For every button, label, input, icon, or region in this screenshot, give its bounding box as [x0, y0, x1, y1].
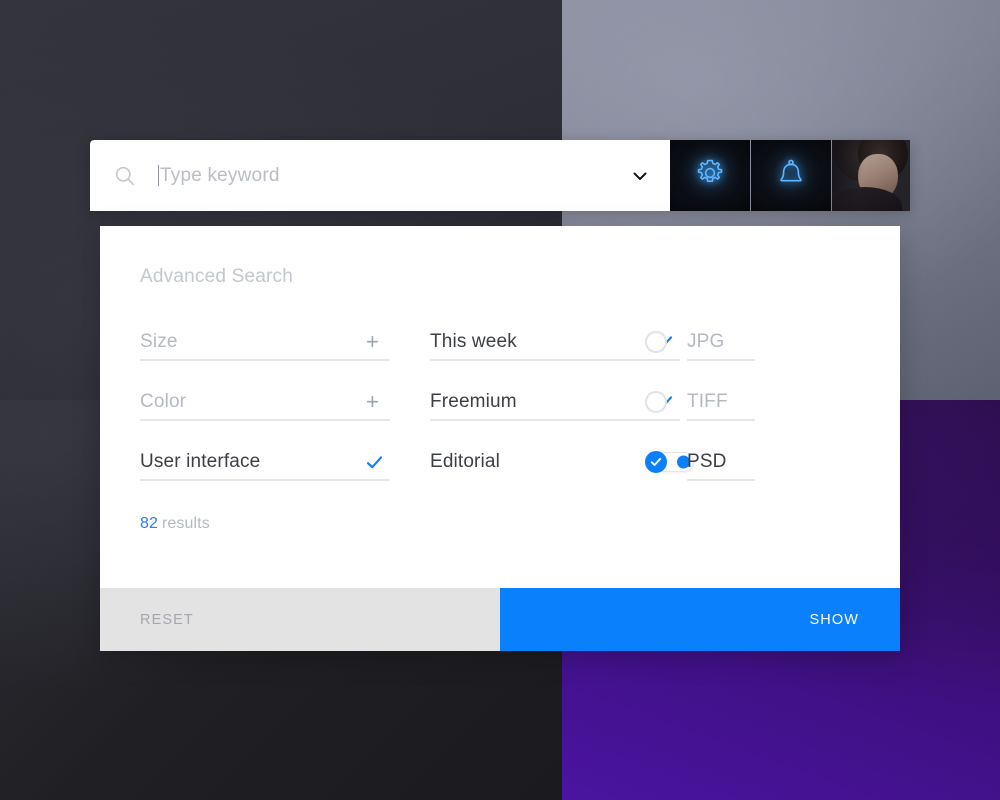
filter-label: User interface [140, 451, 261, 472]
panel-footer: RESET SHOW [100, 588, 900, 651]
advanced-search-panel: Advanced Search Size + Color + User inte… [100, 226, 900, 651]
filter-label: TIFF [687, 391, 728, 412]
radio-jpg[interactable] [645, 331, 667, 353]
search-placeholder: Type keyword [160, 164, 280, 186]
notifications-button[interactable] [751, 140, 831, 211]
filter-row-jpg[interactable]: JPG [645, 323, 860, 361]
row-underline [687, 359, 755, 361]
row-underline [140, 359, 390, 361]
check-icon [650, 457, 662, 466]
filter-label: JPG [687, 331, 725, 352]
filter-row-user-interface[interactable]: User interface [140, 443, 430, 481]
row-underline [140, 479, 390, 481]
filter-label: PSD [687, 451, 727, 472]
check-icon [366, 455, 383, 468]
filter-column-attributes: Size + Color + User interface [140, 323, 430, 503]
radio-psd[interactable] [645, 451, 667, 473]
search-icon[interactable] [114, 165, 136, 187]
filter-grid: Size + Color + User interface This week … [140, 323, 860, 503]
search-input[interactable]: Type keyword [158, 165, 630, 187]
row-underline [140, 419, 390, 421]
expand-button[interactable]: + [366, 331, 379, 353]
row-underline [430, 359, 680, 361]
radio-tiff[interactable] [645, 391, 667, 413]
row-underline [687, 419, 755, 421]
avatar[interactable] [832, 140, 910, 211]
filter-row-size[interactable]: Size + [140, 323, 430, 361]
results-count: 82 [140, 515, 158, 532]
settings-button[interactable] [670, 140, 750, 211]
row-underline [687, 479, 755, 481]
filter-column-formats: JPG TIFF PSD [645, 323, 860, 503]
filter-row-color[interactable]: Color + [140, 383, 430, 421]
bell-icon [774, 156, 808, 195]
filter-label: Color [140, 391, 187, 412]
panel-body: Advanced Search Size + Color + User inte… [100, 226, 900, 588]
chevron-down-icon[interactable] [630, 166, 650, 186]
show-button[interactable]: SHOW [500, 588, 900, 651]
filter-row-editorial[interactable]: Editorial [430, 443, 694, 481]
search-box[interactable]: Type keyword [90, 140, 670, 211]
filter-label: This week [430, 331, 517, 352]
text-caret [158, 165, 159, 186]
filter-row-this-week[interactable]: This week [430, 323, 680, 361]
reset-button[interactable]: RESET [100, 588, 500, 651]
filter-row-psd[interactable]: PSD [645, 443, 860, 481]
filter-label: Freemium [430, 391, 517, 412]
search-toolbar: Type keyword [90, 140, 910, 211]
row-underline [430, 419, 680, 421]
filter-label: Editorial [430, 451, 500, 472]
filter-row-freemium[interactable]: Freemium [430, 383, 680, 421]
plus-icon: + [366, 329, 379, 354]
plus-icon: + [366, 389, 379, 414]
results-label: results [162, 515, 210, 532]
filter-column-filters: This week Freemium Editorial [430, 323, 694, 503]
panel-title: Advanced Search [140, 266, 293, 287]
filter-row-tiff[interactable]: TIFF [645, 383, 860, 421]
results-summary: 82 results [140, 515, 860, 533]
selected-indicator[interactable] [366, 454, 383, 471]
expand-button[interactable]: + [366, 391, 379, 413]
app-screen: Type keyword Advanced Search Size + Colo… [0, 0, 1000, 800]
gear-icon [692, 155, 728, 196]
avatar-shading [832, 140, 910, 211]
filter-label: Size [140, 331, 178, 352]
